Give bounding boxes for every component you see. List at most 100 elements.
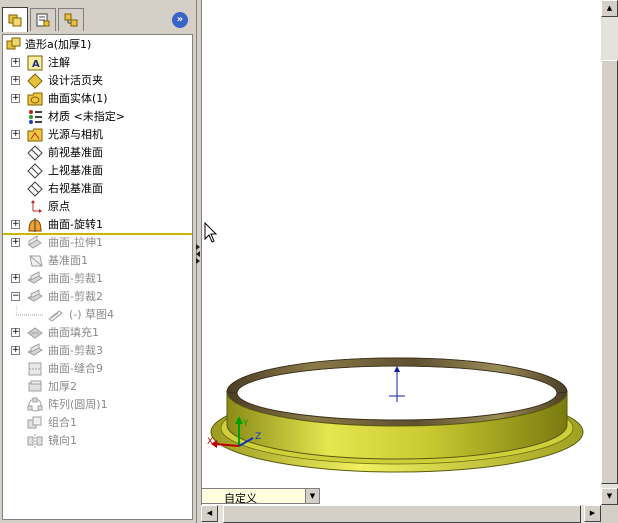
property-icon: [36, 13, 50, 27]
tree-item-label: 注解: [48, 56, 70, 69]
configuration-manager-tab[interactable]: [58, 8, 84, 31]
expand-icon[interactable]: +: [11, 76, 20, 85]
arrow-right-icon: ▶: [589, 509, 596, 517]
sketch-icon: [48, 310, 63, 322]
plane-icon: [27, 181, 43, 197]
collapse-icon[interactable]: −: [11, 292, 20, 301]
tree-item-label: 曲面填充1: [48, 326, 99, 339]
surface-knit-icon: [28, 362, 42, 376]
feature-tree-icon: [8, 14, 22, 27]
tree-item-label: 曲面-缝合9: [48, 362, 103, 375]
scroll-right-button[interactable]: ▶: [584, 505, 601, 522]
arrow-down-icon: ▼: [606, 492, 613, 500]
tree-item-surface-trim3[interactable]: + 曲面-剪裁3: [3, 342, 192, 360]
feature-manager-tab[interactable]: [2, 7, 28, 32]
tree-item-design-binder[interactable]: + 设计活页夹: [3, 72, 192, 90]
view-orientation-dropdown[interactable]: 自定义 ▼: [201, 488, 320, 505]
ring-model[interactable]: X Y Z: [201, 340, 601, 488]
surface-trim-icon: [27, 289, 43, 302]
dropdown-arrow-icon[interactable]: ▼: [305, 489, 319, 503]
tree-item-top-plane[interactable]: 上视基准面: [3, 162, 192, 180]
property-manager-tab[interactable]: [30, 8, 56, 31]
tree-item-label: 曲面-剪裁3: [48, 344, 103, 357]
feature-tree[interactable]: 造形a(加厚1) + A 注解 + 设计活页夹 + 曲面实体(1) 材质 <未指…: [2, 34, 193, 520]
surface-fill-icon: [27, 327, 43, 339]
expand-icon[interactable]: +: [11, 220, 20, 229]
tree-item-surface-trim1[interactable]: + 曲面-剪裁1: [3, 270, 192, 288]
tree-item-surface-bodies[interactable]: + 曲面实体(1): [3, 90, 192, 108]
tree-item-origin[interactable]: 原点: [3, 198, 192, 216]
expand-icon[interactable]: +: [11, 328, 20, 337]
double-chevron-right-icon: »: [176, 14, 184, 25]
tree-item-label: 前视基准面: [48, 146, 103, 159]
horizontal-scrollbar[interactable]: ◀ ▶: [201, 505, 601, 523]
splitter-grip[interactable]: [196, 244, 200, 264]
surface-bodies-folder-icon: [27, 92, 43, 106]
annotation-icon: A: [27, 55, 43, 71]
tree-item-label: 曲面-剪裁1: [48, 272, 103, 285]
origin-icon: [31, 200, 42, 213]
arrow-up-icon: ▲: [606, 4, 613, 12]
surface-revolve-icon: [28, 218, 42, 232]
expand-icon[interactable]: +: [11, 238, 20, 247]
lights-camera-icon: [27, 128, 43, 142]
tree-item-plane1[interactable]: 基准面1: [3, 252, 192, 270]
expand-icon[interactable]: +: [11, 274, 20, 283]
plane-icon: [27, 145, 43, 161]
svg-text:A: A: [32, 59, 40, 70]
expand-icon[interactable]: +: [11, 58, 20, 67]
horizontal-scroll-thumb[interactable]: [223, 505, 581, 523]
tree-item-thicken2[interactable]: 加厚2: [3, 378, 192, 396]
axis-z-label: Z: [255, 432, 261, 442]
tree-item-combine1[interactable]: 组合1: [3, 414, 192, 432]
tree-root-part[interactable]: 造形a(加厚1): [3, 36, 192, 54]
tree-root-label: 造形a(加厚1): [25, 38, 92, 51]
tree-item-mirror1[interactable]: 镜向1: [3, 432, 192, 450]
tree-item-label: 设计活页夹: [48, 74, 103, 87]
feature-manager-panel: » 造形a(加厚1) + A 注解 + 设计活页夹 + 曲面实体(1) 材质 <…: [0, 0, 197, 523]
tree-item-annotations[interactable]: + A 注解: [3, 54, 192, 72]
scroll-left-button[interactable]: ◀: [201, 505, 218, 522]
tree-item-surface-extrude1[interactable]: + 曲面-拉伸1: [3, 234, 192, 252]
tree-item-sketch4[interactable]: (-) 草图4: [3, 306, 192, 324]
scroll-down-button[interactable]: ▼: [601, 488, 618, 505]
tree-item-label: 组合1: [48, 416, 77, 429]
tree-item-front-plane[interactable]: 前视基准面: [3, 144, 192, 162]
scrollbar-corner: [601, 505, 618, 523]
tree-item-label: 镜向1: [48, 434, 77, 447]
tree-item-label: 加厚2: [48, 380, 77, 393]
vertical-scroll-thumb[interactable]: [601, 60, 618, 484]
circular-pattern-icon: [27, 397, 43, 412]
tree-item-label: 曲面-旋转1: [48, 218, 103, 231]
tree-item-label: 曲面-剪裁2: [48, 290, 103, 303]
tree-item-lights-cameras[interactable]: + 光源与相机: [3, 126, 192, 144]
mirror-icon: [27, 434, 43, 448]
tree-item-material[interactable]: 材质 <未指定>: [3, 108, 192, 126]
surface-trim-icon: [27, 271, 43, 284]
design-binder-icon: [27, 73, 43, 89]
collapse-panel-button[interactable]: »: [172, 12, 188, 28]
tree-item-label: 基准面1: [48, 254, 88, 267]
tree-item-surface-trim2[interactable]: − 曲面-剪裁2: [3, 288, 192, 306]
tree-item-surface-revolve1[interactable]: + 曲面-旋转1: [3, 216, 192, 234]
tree-connector: [16, 306, 44, 316]
surface-extrude-icon: [28, 235, 42, 249]
view-orientation-value: 自定义: [224, 492, 257, 505]
surface-trim-icon: [27, 343, 43, 356]
mouse-cursor-icon: [204, 222, 218, 243]
combine-icon: [27, 416, 42, 429]
tree-item-surface-knit9[interactable]: 曲面-缝合9: [3, 360, 192, 378]
tree-item-circular-pattern1[interactable]: 阵列(圆周)1: [3, 396, 192, 414]
expand-icon[interactable]: +: [11, 130, 20, 139]
tree-item-label: 光源与相机: [48, 128, 103, 141]
expand-icon[interactable]: +: [11, 346, 20, 355]
plane-icon: [27, 163, 43, 179]
tree-item-right-plane[interactable]: 右视基准面: [3, 180, 192, 198]
tree-item-label: 曲面-拉伸1: [48, 236, 103, 249]
scroll-up-button[interactable]: ▲: [601, 0, 618, 17]
tree-item-surface-fill1[interactable]: + 曲面填充1: [3, 324, 192, 342]
vertical-scrollbar[interactable]: ▲ ▼: [601, 0, 618, 505]
expand-icon[interactable]: +: [11, 94, 20, 103]
axis-y-label: Y: [242, 419, 249, 429]
tree-item-label: 材质 <未指定>: [48, 110, 125, 123]
